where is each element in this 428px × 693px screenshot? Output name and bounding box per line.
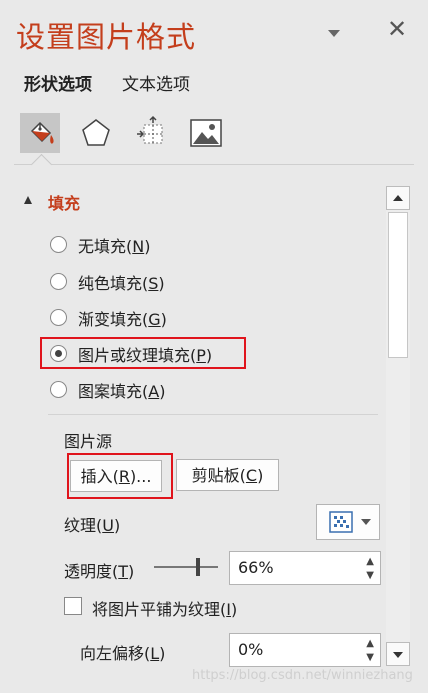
transparency-label: 透明度(T) [64, 562, 135, 581]
spin-up-icon[interactable]: ▲ [366, 639, 374, 649]
radio-button[interactable] [50, 236, 67, 253]
vertical-scrollbar[interactable] [386, 186, 410, 666]
highlight-picture-fill [40, 337, 246, 369]
transparency-slider-track[interactable] [154, 566, 218, 568]
tile-texture-label: 将图片平铺为纹理(I) [92, 600, 238, 619]
transparency-spinner[interactable]: 66% ▲ ▼ [229, 551, 381, 585]
active-tab-pointer [30, 153, 53, 176]
pane-options-dropdown-icon[interactable] [328, 30, 340, 37]
radio-button[interactable] [50, 381, 67, 398]
radio-label: 无填充(N) [78, 237, 151, 256]
watermark: https://blog.csdn.net/winniezhang [192, 668, 413, 683]
radio-label: 渐变填充(G) [78, 310, 167, 329]
picture-icon[interactable] [186, 113, 226, 153]
texture-label: 纹理(U) [64, 516, 121, 535]
radio-button[interactable] [50, 309, 67, 326]
highlight-insert [67, 453, 173, 499]
clipboard-button[interactable]: 剪贴板(C) [176, 459, 279, 491]
scrollbar-thumb[interactable] [388, 212, 408, 358]
offset-left-label: 向左偏移(L) [80, 644, 166, 663]
radio-label: 纯色填充(S) [78, 274, 165, 293]
picture-source-label: 图片源 [64, 432, 113, 451]
spin-down-icon[interactable]: ▼ [366, 571, 374, 581]
scroll-up-icon[interactable] [386, 186, 410, 210]
fill-section-label: 填充 [48, 194, 81, 213]
close-icon[interactable]: ✕ [385, 14, 409, 44]
spin-down-icon[interactable]: ▼ [366, 653, 374, 663]
tab-shape-options[interactable]: 形状选项 [24, 70, 92, 95]
texture-swatch-icon [329, 511, 353, 533]
fill-line-icon[interactable] [20, 113, 60, 153]
tile-texture-checkbox[interactable] [64, 597, 82, 615]
offset-left-spinner[interactable]: 0% ▲ ▼ [229, 633, 381, 667]
radio-label: 图案填充(A) [78, 382, 166, 401]
effects-icon[interactable] [76, 113, 116, 153]
collapse-arrow-icon[interactable] [24, 196, 32, 204]
radio-button[interactable] [50, 273, 67, 290]
transparency-value[interactable]: 66% [238, 558, 274, 577]
spin-up-icon[interactable]: ▲ [366, 557, 374, 567]
texture-dropdown[interactable] [316, 504, 380, 540]
offset-left-value[interactable]: 0% [238, 640, 263, 659]
transparency-slider-thumb[interactable] [196, 558, 200, 576]
section-divider [48, 414, 378, 415]
tab-divider [14, 164, 414, 165]
size-properties-icon[interactable] [132, 113, 172, 153]
scroll-down-icon[interactable] [386, 642, 410, 666]
tab-text-options[interactable]: 文本选项 [122, 70, 190, 95]
pane-title: 设置图片格式 [16, 20, 197, 54]
chevron-down-icon [361, 519, 371, 525]
